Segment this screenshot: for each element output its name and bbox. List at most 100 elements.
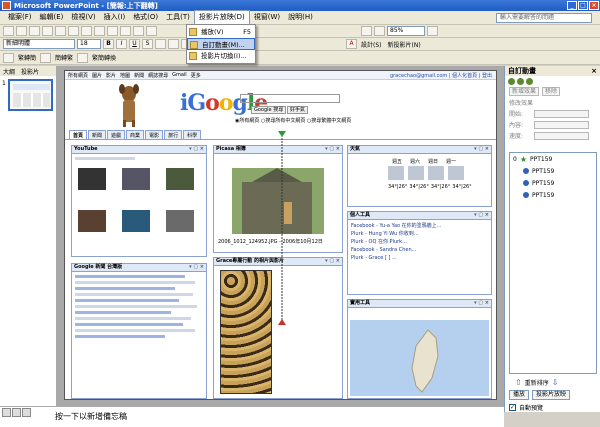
video-thumbnail[interactable] [78,210,106,232]
preview-icon[interactable] [55,26,66,36]
redo-icon[interactable] [146,26,157,36]
menu-item-slide-transition[interactable]: 投影片切換(I)... [187,50,255,62]
bold-button[interactable]: B [103,39,114,49]
copy-icon[interactable] [94,26,105,36]
tab-slides[interactable]: 投影片 [18,66,42,76]
window-title: Microsoft PowerPoint - [簡報:上下翻轉] [14,1,158,10]
tab-movies[interactable]: 電影 [145,130,164,139]
menu-window[interactable]: 視窗(W) [250,11,284,24]
print-icon[interactable] [42,26,53,36]
forward-icon[interactable] [517,77,524,85]
format-painter-icon[interactable] [120,26,131,36]
sorter-view-icon[interactable] [12,408,21,417]
open-icon[interactable] [16,26,27,36]
menu-view[interactable]: 檢視(V) [67,11,99,24]
close-pane-icon[interactable]: × [591,66,600,76]
speed-select[interactable] [534,131,589,140]
underline-button[interactable]: U [129,39,140,49]
align-left-icon[interactable] [155,39,166,49]
slide-canvas[interactable]: 所有網頁 圖片 影片 地圖 新聞 網誌搜尋 Gmail 更多 gracechao… [64,70,497,400]
help-icon[interactable] [427,26,438,36]
tab-travel[interactable]: 旅行 [164,130,183,139]
chart-icon[interactable] [361,26,372,36]
maximize-button[interactable]: □ [578,1,588,10]
mail-line[interactable]: Facebook - Sandra Chen... [351,246,488,254]
home-icon[interactable] [526,77,533,85]
back-icon[interactable] [508,77,515,85]
tab-outline[interactable]: 大綱 [0,66,18,76]
mail-line[interactable]: Plurk - OQ 在你 Plurk... [351,238,488,246]
remove-button[interactable]: 移除 [542,87,561,96]
tab-home[interactable]: 首頁 [69,130,88,139]
mail-line[interactable]: Facebook - Yu-a Yao 在你的塗鴉牆上... [351,222,488,230]
slideshow-view-icon[interactable] [22,408,31,417]
minimize-button[interactable]: _ [567,1,577,10]
new-slide-button[interactable]: 新投影片(N) [386,40,423,49]
mail-line[interactable]: Plurk - Hung Yi Wu 你收到... [351,230,488,238]
t2s-icon[interactable] [40,52,52,63]
italic-button[interactable]: I [116,39,127,49]
font-name-select[interactable]: 新細明體 [3,39,75,49]
menu-file[interactable]: 檔案(F) [4,11,36,24]
lucky-button[interactable]: 好手氣 [287,106,309,114]
menu-edit[interactable]: 編輯(E) [36,11,68,24]
close-button[interactable]: × [589,1,599,10]
tab-business[interactable]: 商業 [126,130,145,139]
help-search-input[interactable]: 輸入需要解答的問題 [496,13,592,23]
s2t-icon[interactable] [3,52,14,63]
font-size-select[interactable]: 18 [77,39,101,49]
spell-icon[interactable] [68,26,79,36]
save-icon[interactable] [29,26,40,36]
play-button[interactable]: 播放 [509,390,530,400]
google-search-button[interactable]: Google 搜尋 [251,106,287,114]
menu-slideshow[interactable]: 投影片放映(D) [193,10,250,25]
animation-item[interactable]: PPT159 [510,189,596,201]
zoom-select[interactable]: 85% [387,26,425,36]
search-scope-radios[interactable]: ◉所有網頁 ○搜尋所有中文網頁 ○搜尋繁體中文網頁 [235,117,351,124]
convert-icon[interactable] [77,52,89,63]
slideshow-button[interactable]: 投影片放映 [532,390,571,400]
tab-games[interactable]: 遊戲 [107,130,126,139]
add-effect-button[interactable]: 新增效果 [509,87,540,96]
design-button[interactable]: 設計(S) [359,40,384,49]
s2t-button[interactable]: 簡轉繁 [53,53,75,62]
normal-view-icon[interactable] [2,408,11,417]
cut-icon[interactable] [81,26,92,36]
menu-tools[interactable]: 工具(T) [162,11,194,24]
notes-pane[interactable]: 按一下以新增備忘稿 [0,406,504,427]
menu-item-play-shortcut: F5 [243,28,251,36]
font-color-icon[interactable]: A [346,39,357,49]
tab-science[interactable]: 科學 [183,130,202,139]
move-down-icon[interactable]: ⇩ [552,378,559,387]
autopreview-checkbox[interactable]: ✓ [509,404,516,411]
convert-button[interactable]: 繁簡轉換 [90,53,118,62]
video-thumbnail[interactable] [166,210,194,232]
motion-path[interactable] [278,131,286,325]
animation-item[interactable]: 0 ★ PPT159 [510,153,596,165]
shadow-button[interactable]: S [142,39,153,49]
move-up-icon[interactable]: ⇧ [515,378,522,387]
video-thumbnail[interactable] [122,210,150,232]
animation-item[interactable]: PPT159 [510,177,596,189]
animation-item[interactable]: PPT159 [510,165,596,177]
new-icon[interactable] [3,26,14,36]
table-icon[interactable] [374,26,385,36]
t2s-button[interactable]: 繁轉簡 [16,53,38,62]
mail-line[interactable]: Plurk - Grace [ ] ... [351,254,488,262]
menu-format[interactable]: 格式(O) [129,11,162,24]
menu-insert[interactable]: 插入(I) [100,11,130,24]
video-thumbnail[interactable] [78,168,106,190]
menu-item-play[interactable]: 播放(V) F5 [187,26,255,38]
undo-icon[interactable] [133,26,144,36]
menu-help[interactable]: 說明(H) [284,11,317,24]
align-center-icon[interactable] [168,39,179,49]
video-thumbnail[interactable] [166,168,194,190]
paste-icon[interactable] [107,26,118,36]
google-search-input[interactable] [240,94,340,103]
property-select[interactable] [534,120,589,129]
start-select[interactable] [534,109,589,118]
tab-news[interactable]: 新聞 [88,130,107,139]
menu-item-custom-animation[interactable]: 自訂動畫(M)... [187,38,255,50]
slide-thumbnail[interactable] [8,79,53,111]
video-thumbnail[interactable] [122,168,150,190]
